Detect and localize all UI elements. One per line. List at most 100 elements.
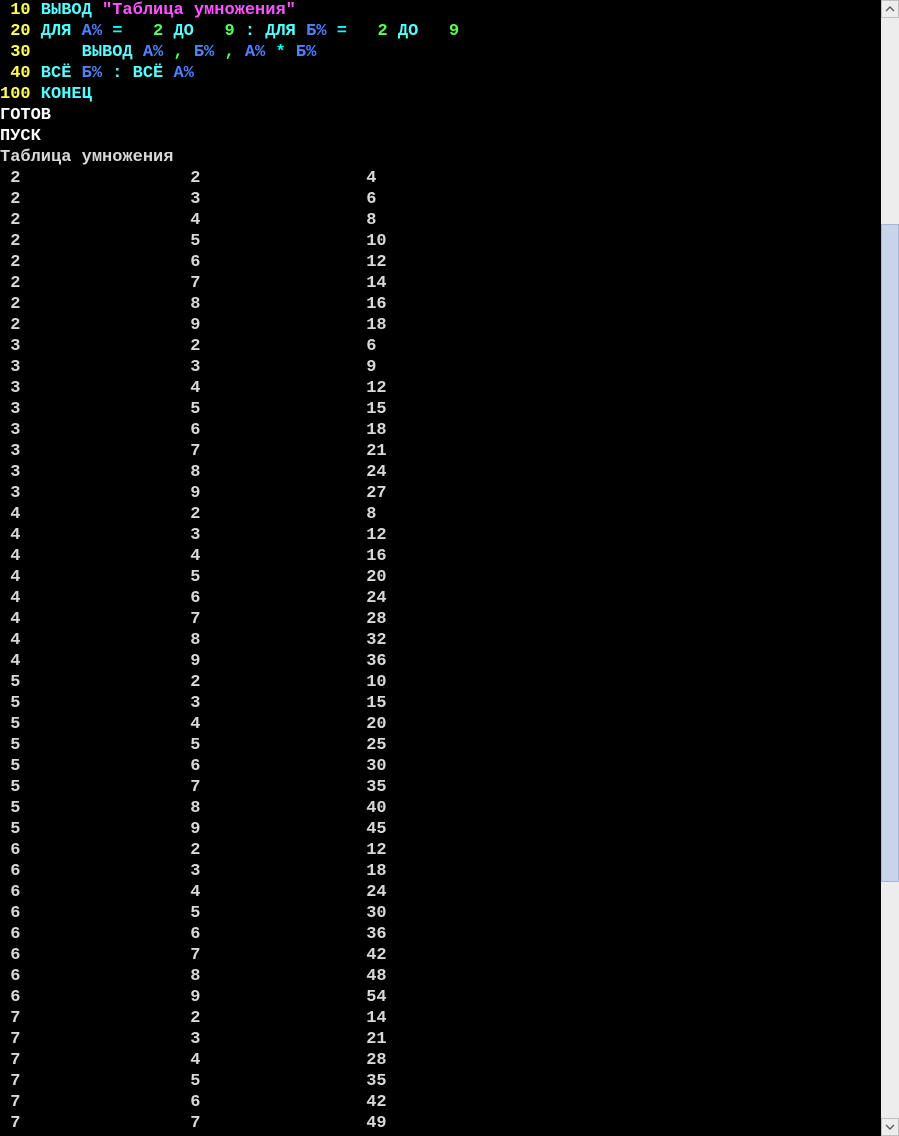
cell-a: 5 bbox=[0, 714, 180, 735]
cell-a: 4 bbox=[0, 630, 180, 651]
cell-a: 3 bbox=[0, 399, 180, 420]
cell-a: 6 bbox=[0, 840, 180, 861]
cell-product: 48 bbox=[356, 966, 387, 987]
cell-product: 14 bbox=[356, 1008, 387, 1029]
cell-b: 6 bbox=[180, 756, 356, 777]
cell-product: 18 bbox=[356, 315, 387, 336]
cell-a: 7 bbox=[0, 1029, 180, 1050]
table-row: 5 6 30 bbox=[0, 756, 881, 777]
table-row: 6 5 30 bbox=[0, 903, 881, 924]
table-row: 7 5 35 bbox=[0, 1071, 881, 1092]
cell-b: 8 bbox=[180, 462, 356, 483]
cell-b: 4 bbox=[180, 210, 356, 231]
token: , bbox=[163, 43, 194, 62]
cell-a: 7 bbox=[0, 1050, 180, 1071]
table-row: 2 7 14 bbox=[0, 273, 881, 294]
cell-product: 28 bbox=[356, 609, 387, 630]
table-row: 4 9 36 bbox=[0, 651, 881, 672]
token: Б% bbox=[82, 64, 102, 83]
cell-b: 5 bbox=[180, 567, 356, 588]
cell-a: 2 bbox=[0, 210, 180, 231]
cell-b: 4 bbox=[180, 882, 356, 903]
scroll-down-button[interactable] bbox=[881, 1118, 899, 1136]
cell-product: 21 bbox=[356, 441, 387, 462]
cell-b: 7 bbox=[180, 609, 356, 630]
cell-a: 4 bbox=[0, 651, 180, 672]
scroll-up-button[interactable] bbox=[881, 0, 899, 18]
cell-product: 8 bbox=[356, 210, 376, 231]
cell-product: 18 bbox=[356, 420, 387, 441]
table-row: 5 3 15 bbox=[0, 693, 881, 714]
cell-product: 32 bbox=[356, 630, 387, 651]
source-line: 20 ДЛЯ А% = 2 ДО 9 : ДЛЯ Б% = 2 ДО 9 bbox=[0, 21, 881, 42]
cell-b: 2 bbox=[180, 168, 356, 189]
cell-b: 9 bbox=[180, 651, 356, 672]
token: ВСЁ bbox=[31, 64, 82, 83]
table-row: 2 2 4 bbox=[0, 168, 881, 189]
table-row: 7 6 42 bbox=[0, 1092, 881, 1113]
table-row: 6 2 12 bbox=[0, 840, 881, 861]
table-row: 2 9 18 bbox=[0, 315, 881, 336]
cell-product: 12 bbox=[356, 525, 387, 546]
cell-product: 12 bbox=[356, 378, 387, 399]
token: = bbox=[327, 22, 358, 41]
token: ДО bbox=[163, 22, 204, 41]
cell-b: 4 bbox=[180, 1050, 356, 1071]
cell-product: 28 bbox=[356, 1050, 387, 1071]
cell-b: 7 bbox=[180, 777, 356, 798]
cell-a: 2 bbox=[0, 294, 180, 315]
cell-a: 6 bbox=[0, 903, 180, 924]
cell-a: 5 bbox=[0, 777, 180, 798]
table-row: 4 2 8 bbox=[0, 504, 881, 525]
table-row: 2 4 8 bbox=[0, 210, 881, 231]
cell-b: 9 bbox=[180, 483, 356, 504]
token: А% bbox=[245, 43, 265, 62]
table-row: 5 4 20 bbox=[0, 714, 881, 735]
cell-a: 7 bbox=[0, 1071, 180, 1092]
cell-a: 5 bbox=[0, 693, 180, 714]
cell-a: 3 bbox=[0, 420, 180, 441]
cell-b: 7 bbox=[180, 1113, 356, 1134]
cell-a: 7 bbox=[0, 1113, 180, 1134]
scrollbar-vertical[interactable] bbox=[881, 0, 899, 1136]
table-row: 6 8 48 bbox=[0, 966, 881, 987]
cell-product: 10 bbox=[356, 231, 387, 252]
cell-a: 2 bbox=[0, 168, 180, 189]
table-row: 4 5 20 bbox=[0, 567, 881, 588]
table-row: 2 5 10 bbox=[0, 231, 881, 252]
cell-a: 4 bbox=[0, 504, 180, 525]
table-row: 3 2 6 bbox=[0, 336, 881, 357]
source-line: 100 КОНЕЦ bbox=[0, 84, 881, 105]
cell-b: 9 bbox=[180, 819, 356, 840]
cell-b: 2 bbox=[180, 336, 356, 357]
cell-product: 12 bbox=[356, 252, 387, 273]
cell-b: 6 bbox=[180, 588, 356, 609]
cell-b: 9 bbox=[180, 315, 356, 336]
token: ВЫВОД bbox=[31, 43, 143, 62]
cell-product: 12 bbox=[356, 840, 387, 861]
chevron-down-icon bbox=[882, 1119, 898, 1135]
terminal-output[interactable]: 10 ВЫВОД "Таблица умножения" 20 ДЛЯ А% =… bbox=[0, 0, 881, 1136]
cell-product: 24 bbox=[356, 588, 387, 609]
cell-b: 6 bbox=[180, 420, 356, 441]
cell-a: 6 bbox=[0, 987, 180, 1008]
cell-a: 6 bbox=[0, 861, 180, 882]
scroll-thumb[interactable] bbox=[881, 224, 899, 882]
cell-product: 10 bbox=[356, 672, 387, 693]
token: 9 bbox=[429, 22, 460, 41]
cell-b: 2 bbox=[180, 672, 356, 693]
table-row: 6 7 42 bbox=[0, 945, 881, 966]
token: 2 bbox=[133, 22, 164, 41]
cell-b: 3 bbox=[180, 189, 356, 210]
line-number: 100 bbox=[0, 85, 31, 104]
table-row: 3 8 24 bbox=[0, 462, 881, 483]
cell-product: 40 bbox=[356, 798, 387, 819]
scroll-track[interactable] bbox=[881, 18, 899, 1118]
cell-a: 3 bbox=[0, 378, 180, 399]
cell-product: 27 bbox=[356, 483, 387, 504]
token: : ВСЁ bbox=[102, 64, 173, 83]
table-row: 6 9 54 bbox=[0, 987, 881, 1008]
cell-product: 16 bbox=[356, 294, 387, 315]
terminal-window: 10 ВЫВОД "Таблица умножения" 20 ДЛЯ А% =… bbox=[0, 0, 899, 1136]
cell-b: 2 bbox=[180, 840, 356, 861]
